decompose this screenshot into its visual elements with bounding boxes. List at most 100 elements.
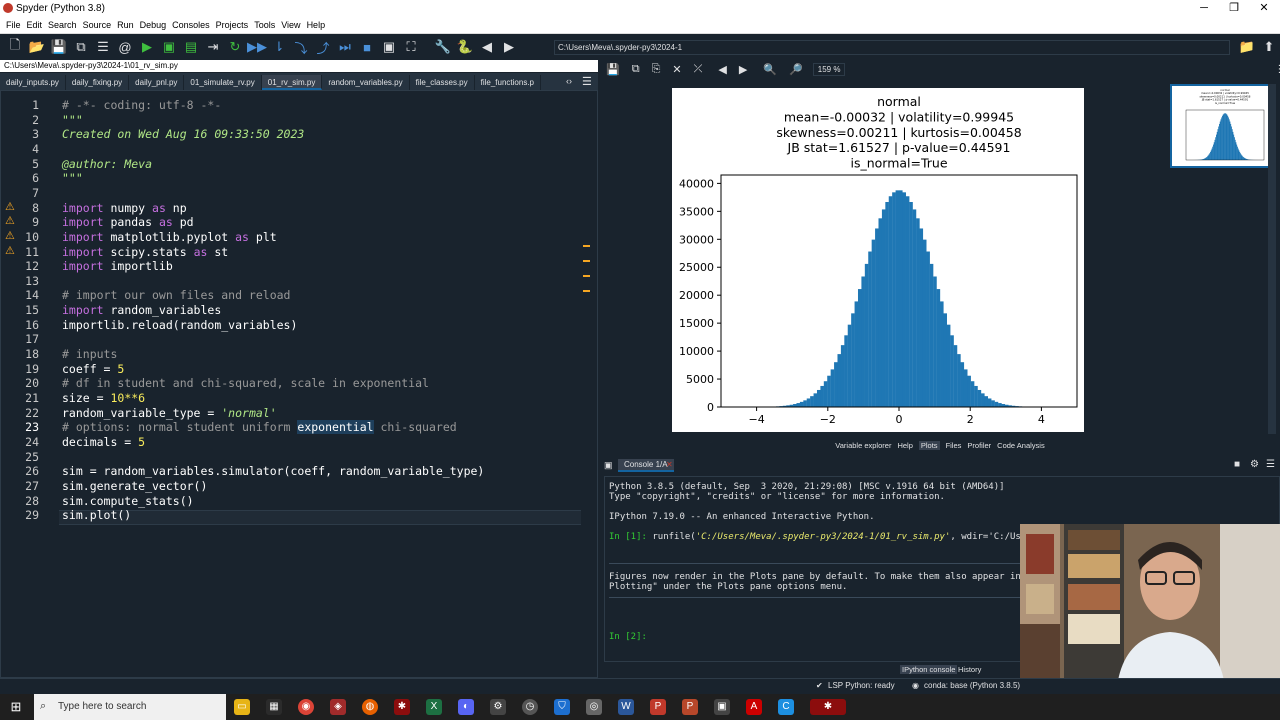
minimize-button[interactable]: ─	[1188, 0, 1220, 16]
taskbar-search-input[interactable]: Type here to search	[34, 694, 226, 720]
powerpoint-icon[interactable]: P	[682, 699, 698, 715]
browse-folder-icon[interactable]: 📁	[1238, 38, 1256, 56]
tab-plots[interactable]: Plots	[918, 440, 940, 450]
remove-all-plots-icon[interactable]: ⤫	[694, 63, 703, 76]
file-explorer-icon[interactable]: ▭	[234, 699, 250, 715]
pdf-icon[interactable]: P	[650, 699, 666, 715]
warning-icon[interactable]: ⚠	[5, 214, 19, 227]
menu-edit[interactable]: Edit	[27, 20, 43, 30]
spyder-taskbar-icon[interactable]: ✱	[394, 699, 410, 715]
code-editor[interactable]: 1 2 3 4 5 6 7 8 ⚠ 9 ⚠ 10 ⚠ 11 ⚠ 12 13 14 15 16 17 18 19 20 21 22 2…	[0, 90, 598, 678]
next-plot-icon[interactable]: ▶	[739, 63, 747, 76]
firefox-icon[interactable]: ◍	[362, 699, 378, 715]
console-menu-icon[interactable]: ☰	[1266, 459, 1275, 470]
warning-icon[interactable]: ⚠	[5, 200, 19, 213]
remove-plot-icon[interactable]: ✕	[672, 63, 681, 76]
step-return-icon[interactable]: ⤴	[314, 38, 332, 56]
save-icon[interactable]: 💾	[50, 38, 68, 56]
chrome-icon[interactable]: ◉	[298, 699, 314, 715]
maximize-pane-icon[interactable]: ▣	[380, 38, 398, 56]
previous-plot-icon[interactable]: ◀	[718, 63, 726, 76]
parent-directory-icon[interactable]: ⬆	[1260, 38, 1278, 56]
tab-01-rv-sim[interactable]: 01_rv_sim.py	[261, 75, 323, 90]
menu-debug[interactable]: Debug	[140, 20, 167, 30]
stop-debug-icon[interactable]: ■	[358, 38, 376, 56]
start-windows-icon[interactable]: ⊞	[8, 699, 24, 715]
excel-icon[interactable]: X	[426, 699, 442, 715]
menu-tools[interactable]: Tools	[254, 20, 275, 30]
app-icon[interactable]: ◎	[586, 699, 602, 715]
debug-icon[interactable]: ▶▶	[247, 38, 267, 56]
tab-help[interactable]: Help	[897, 441, 912, 450]
plot-thumbnail[interactable]: normal mean=-0.00032 | volatility=0.99945…	[1170, 84, 1270, 168]
menu-search[interactable]: Search	[48, 20, 77, 30]
tab-code-analysis[interactable]: Code Analysis	[997, 441, 1045, 450]
tab-01-simulate-rv[interactable]: 01_simulate_rv.py	[184, 75, 262, 90]
menu-projects[interactable]: Projects	[216, 20, 249, 30]
menu-run[interactable]: Run	[117, 20, 134, 30]
tab-daily-inputs[interactable]: daily_inputs.py	[0, 75, 66, 90]
rerun-icon[interactable]: ↻	[226, 38, 244, 56]
zoom-out-icon[interactable]: 🔍	[763, 63, 777, 76]
warning-icon[interactable]: ⚠	[5, 244, 19, 257]
stop-kernel-icon[interactable]: ■	[1234, 459, 1240, 470]
fullscreen-icon[interactable]: ⛶	[402, 38, 420, 56]
tab-profiler[interactable]: Profiler	[967, 441, 991, 450]
menu-consoles[interactable]: Consoles	[172, 20, 210, 30]
conda-status[interactable]: conda: base (Python 3.8.5)	[924, 681, 1020, 690]
menu-file[interactable]: File	[6, 20, 21, 30]
continue-icon[interactable]: ⏭	[336, 38, 354, 56]
save-plot-icon[interactable]: 💾	[606, 63, 620, 76]
discord-icon[interactable]: ◐	[458, 699, 474, 715]
copy-plot-icon[interactable]: ⎘	[652, 63, 661, 76]
email-icon[interactable]: @	[116, 38, 134, 56]
zoom-level[interactable]: 159 %	[812, 62, 846, 76]
settings-icon[interactable]: ⚙	[490, 699, 506, 715]
back-icon[interactable]: ◀	[478, 38, 496, 56]
warning-icon[interactable]: ⚠	[5, 229, 19, 242]
maximize-button[interactable]: ❐	[1218, 0, 1250, 16]
store-icon[interactable]: ▦	[266, 699, 282, 715]
step-icon[interactable]: ⇂	[270, 38, 288, 56]
tab-scroll-icon[interactable]: ‹›	[566, 76, 572, 86]
preferences-wrench-icon[interactable]: 🔧	[434, 38, 452, 56]
run-icon[interactable]: ▶	[138, 38, 156, 56]
close-console-icon[interactable]: ✕	[666, 460, 673, 469]
save-all-icon[interactable]: ⧉	[72, 38, 90, 56]
menu-view[interactable]: View	[281, 20, 300, 30]
python-path-icon[interactable]: 🐍	[456, 38, 474, 56]
spyder-active-icon[interactable]: ✱	[810, 699, 846, 715]
app-icon[interactable]: C	[778, 699, 794, 715]
tab-options-icon[interactable]: ☰	[582, 75, 592, 88]
acrobat-icon[interactable]: A	[746, 699, 762, 715]
run-cell-advance-icon[interactable]: ▤	[182, 38, 200, 56]
menu-help[interactable]: Help	[307, 20, 326, 30]
console-options-icon[interactable]: ⚙	[1250, 459, 1259, 470]
thumbnail-scrollbar[interactable]	[1268, 84, 1276, 434]
tab-random-variables[interactable]: random_variables.py	[322, 75, 410, 90]
working-directory-input[interactable]: C:\Users\Meva\.spyder-py3\2024-1	[554, 40, 1230, 55]
zoom-in-icon[interactable]: 🔎	[789, 63, 803, 76]
app-icon[interactable]: ◷	[522, 699, 538, 715]
step-into-icon[interactable]: ⤵	[292, 38, 310, 56]
forward-icon[interactable]: ▶	[500, 38, 518, 56]
menu-source[interactable]: Source	[83, 20, 112, 30]
close-window-button[interactable]: ✕	[1248, 0, 1280, 16]
app-icon[interactable]: ◈	[330, 699, 346, 715]
new-file-icon[interactable]: 🗋	[6, 37, 24, 56]
tab-files[interactable]: Files	[946, 441, 962, 450]
tab-file-functions[interactable]: file_functions.p	[475, 75, 541, 90]
run-selection-icon[interactable]: ⇥	[204, 38, 222, 56]
outline-icon[interactable]: ☰	[94, 38, 112, 56]
word-icon[interactable]: W	[618, 699, 634, 715]
run-cell-icon[interactable]: ▣	[160, 38, 178, 56]
tab-history[interactable]: History	[958, 665, 981, 674]
open-file-icon[interactable]: 📂	[28, 38, 46, 56]
vpn-shield-icon[interactable]: ⛉	[554, 699, 570, 715]
tab-daily-pnl[interactable]: daily_pnl.py	[129, 75, 185, 90]
tab-daily-fixing[interactable]: daily_fixing.py	[66, 75, 130, 90]
tab-file-classes[interactable]: file_classes.py	[410, 75, 475, 90]
tab-ipython-console[interactable]: IPython console	[900, 665, 958, 674]
app-icon[interactable]: ▣	[714, 699, 730, 715]
save-all-plots-icon[interactable]: ⧉	[632, 63, 640, 76]
